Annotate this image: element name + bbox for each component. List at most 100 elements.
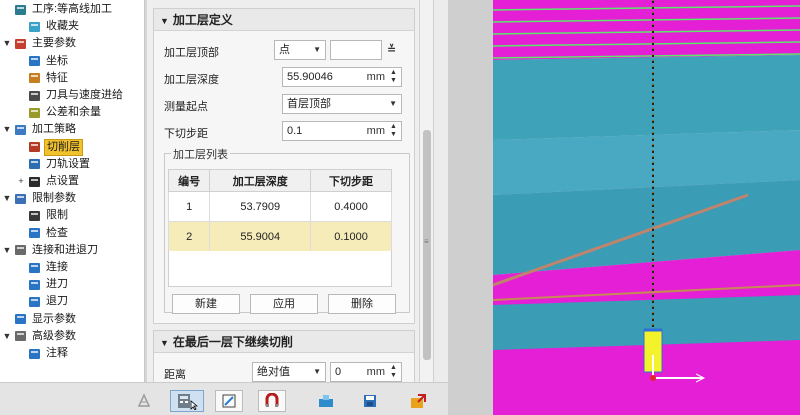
section-header-continue-cut[interactable]: ▼ 在最后一层下继续切削 xyxy=(154,331,414,353)
distance-mode-select[interactable]: 绝对值 ▼ xyxy=(252,362,326,382)
save-icon xyxy=(364,395,376,407)
tree-item-13[interactable]: 检查 xyxy=(16,225,70,242)
save-button[interactable] xyxy=(356,390,384,412)
column-header[interactable]: 编号 xyxy=(167,169,211,192)
tree-item-label: 注释 xyxy=(46,347,68,359)
point-settings-icon xyxy=(27,175,41,188)
tree-item-label: 公差和余量 xyxy=(46,106,101,119)
tree-item-14[interactable]: ▼ 连接和进退刀 xyxy=(2,242,100,259)
layer-top-label: 加工层顶部 xyxy=(164,47,219,59)
tree-item-17[interactable]: 退刀 xyxy=(16,293,70,310)
new-layer-button[interactable]: 新建 xyxy=(172,294,240,314)
tree-item-16[interactable]: 进刀 xyxy=(16,276,70,293)
layer-top-value: 点 xyxy=(279,44,290,56)
tree-item-15[interactable]: 连接 xyxy=(16,259,70,276)
layer-depth-value: 55.90046 xyxy=(287,71,333,83)
feature-icon xyxy=(27,72,41,85)
tree-item-6[interactable]: 公差和余量 xyxy=(16,104,103,121)
layer-list-table: 编号 加工层深度 下切步距 1 53.7909 0.4000 2 55.9004 0.1000 xyxy=(167,169,392,252)
collapse-triangle-icon[interactable]: ▼ xyxy=(2,328,12,345)
collapse-triangle-icon[interactable]: ▼ xyxy=(2,35,12,52)
layer-list-empty-area xyxy=(168,251,392,287)
tree-item-label: 检查 xyxy=(46,226,68,239)
tree-item-2[interactable]: ▼ 主要参数 xyxy=(2,35,78,52)
step-down-label: 下切步距 xyxy=(164,128,208,140)
tree-item-18[interactable]: 显示参数 xyxy=(2,311,78,328)
tree-item-label: 连接 xyxy=(46,261,68,273)
chevron-down-icon: ▼ xyxy=(313,367,321,376)
operation-tree: 工序:等高线加工 收藏夹 ▼ 主要参数 坐标 特征刀具与速度进给公差和余量 ▼ 加工策略 切削层… xyxy=(0,0,145,382)
coordinate-icon xyxy=(27,55,41,68)
distance-input[interactable]: 0 mm ▲ ▼ xyxy=(330,362,402,382)
layer-depth-input[interactable]: 55.90046 mm ▲ ▼ xyxy=(282,67,402,87)
collapse-triangle-icon[interactable]: ▼ xyxy=(2,121,12,138)
export-icon xyxy=(411,394,426,408)
collapse-arrow-icon[interactable]: ▼ xyxy=(160,16,169,26)
spin-arrows-icon[interactable]: ▲ ▼ xyxy=(389,123,398,139)
apply-button[interactable]: 应用 xyxy=(250,294,318,314)
tree-item-7[interactable]: ▼ 加工策略 xyxy=(2,121,78,138)
layer-top-select[interactable]: 点 ▼ xyxy=(274,40,326,60)
step-down-input[interactable]: 0.1 mm ▲ ▼ xyxy=(282,121,402,141)
tree-item-label: 特征 xyxy=(46,71,68,84)
panel-splitter[interactable] xyxy=(433,0,448,382)
tree-item-20[interactable]: 注释 xyxy=(16,345,70,362)
tree-item-0[interactable]: 工序:等高线加工 xyxy=(2,1,114,18)
distance-label: 距离 xyxy=(164,369,186,381)
edit-button[interactable] xyxy=(215,390,243,412)
tree-item-11[interactable]: ▼ 限制参数 xyxy=(2,190,78,207)
chevron-down-icon: ▼ xyxy=(313,45,321,54)
tree-item-1[interactable]: 收藏夹 xyxy=(16,18,81,35)
layer-depth-unit: mm xyxy=(366,71,385,83)
tree-item-3[interactable]: 坐标 xyxy=(16,53,70,70)
column-header[interactable]: 下切步距 xyxy=(310,169,392,192)
section-header-layer-definition[interactable]: ▼ 加工层定义 xyxy=(154,9,414,31)
table-cell: 0.4000 xyxy=(310,191,392,222)
tree-item-label: 刀轨设置 xyxy=(46,157,90,170)
parameter-scrollbar[interactable]: ≡ xyxy=(419,0,433,382)
tree-item-5[interactable]: 刀具与速度进给 xyxy=(16,87,125,104)
table-row[interactable]: 1 53.7909 0.4000 xyxy=(167,191,392,222)
section-title: 加工层定义 xyxy=(172,13,233,27)
lead-out-icon xyxy=(27,295,41,308)
magnet-button[interactable] xyxy=(258,390,286,412)
column-header[interactable]: 加工层深度 xyxy=(209,169,312,192)
table-cell: 55.9004 xyxy=(209,221,312,252)
spin-arrows-icon[interactable]: ▲ ▼ xyxy=(389,364,398,380)
generate-toolpath-button[interactable] xyxy=(130,390,158,412)
calculator-button[interactable] xyxy=(170,390,204,412)
layer-top-point-field[interactable] xyxy=(330,40,382,60)
expand-plus-icon[interactable]: + xyxy=(16,173,26,190)
collapse-arrow-icon[interactable]: ▼ xyxy=(160,338,169,348)
scroll-grip-icon: ≡ xyxy=(424,237,429,246)
export-button[interactable] xyxy=(404,390,432,412)
measure-start-select[interactable]: 首层顶部 ▼ xyxy=(282,94,402,114)
tree-item-9[interactable]: 刀轨设置 xyxy=(16,156,92,173)
delete-layer-button[interactable]: 删除 xyxy=(328,294,396,314)
display-params-icon xyxy=(13,313,27,326)
table-row[interactable]: 2 55.9004 0.1000 xyxy=(167,221,392,252)
lead-in-icon xyxy=(27,278,41,291)
model-canvas[interactable] xyxy=(448,0,800,415)
tree-item-4[interactable]: 特征 xyxy=(16,70,70,87)
annotation-icon xyxy=(27,347,41,360)
tree-item-19[interactable]: ▼ 高级参数 xyxy=(2,328,78,345)
strategy-icon xyxy=(13,123,27,136)
tree-item-label: 限制参数 xyxy=(32,192,76,205)
3d-viewport[interactable] xyxy=(448,0,800,415)
side-wall xyxy=(448,0,493,415)
measure-start-label: 测量起点 xyxy=(164,101,208,113)
collapse-triangle-icon[interactable]: ▼ xyxy=(2,190,12,207)
chevron-down-icon: ▼ xyxy=(389,99,397,108)
double-chevron-down-icon[interactable]: ≚ xyxy=(387,43,396,56)
connect-icon xyxy=(13,244,27,257)
spin-arrows-icon[interactable]: ▲ ▼ xyxy=(389,69,398,85)
collapse-triangle-icon[interactable]: ▼ xyxy=(2,242,12,259)
tree-item-8[interactable]: 切削层 xyxy=(16,138,83,156)
tree-item-12[interactable]: 限制 xyxy=(16,207,70,224)
tree-item-10[interactable]: + 点设置 xyxy=(16,173,81,190)
section-title: 在最后一层下继续切削 xyxy=(172,335,293,349)
limit-icon xyxy=(27,209,41,222)
tolerance-icon xyxy=(27,106,41,119)
simulate-button[interactable] xyxy=(312,390,340,412)
